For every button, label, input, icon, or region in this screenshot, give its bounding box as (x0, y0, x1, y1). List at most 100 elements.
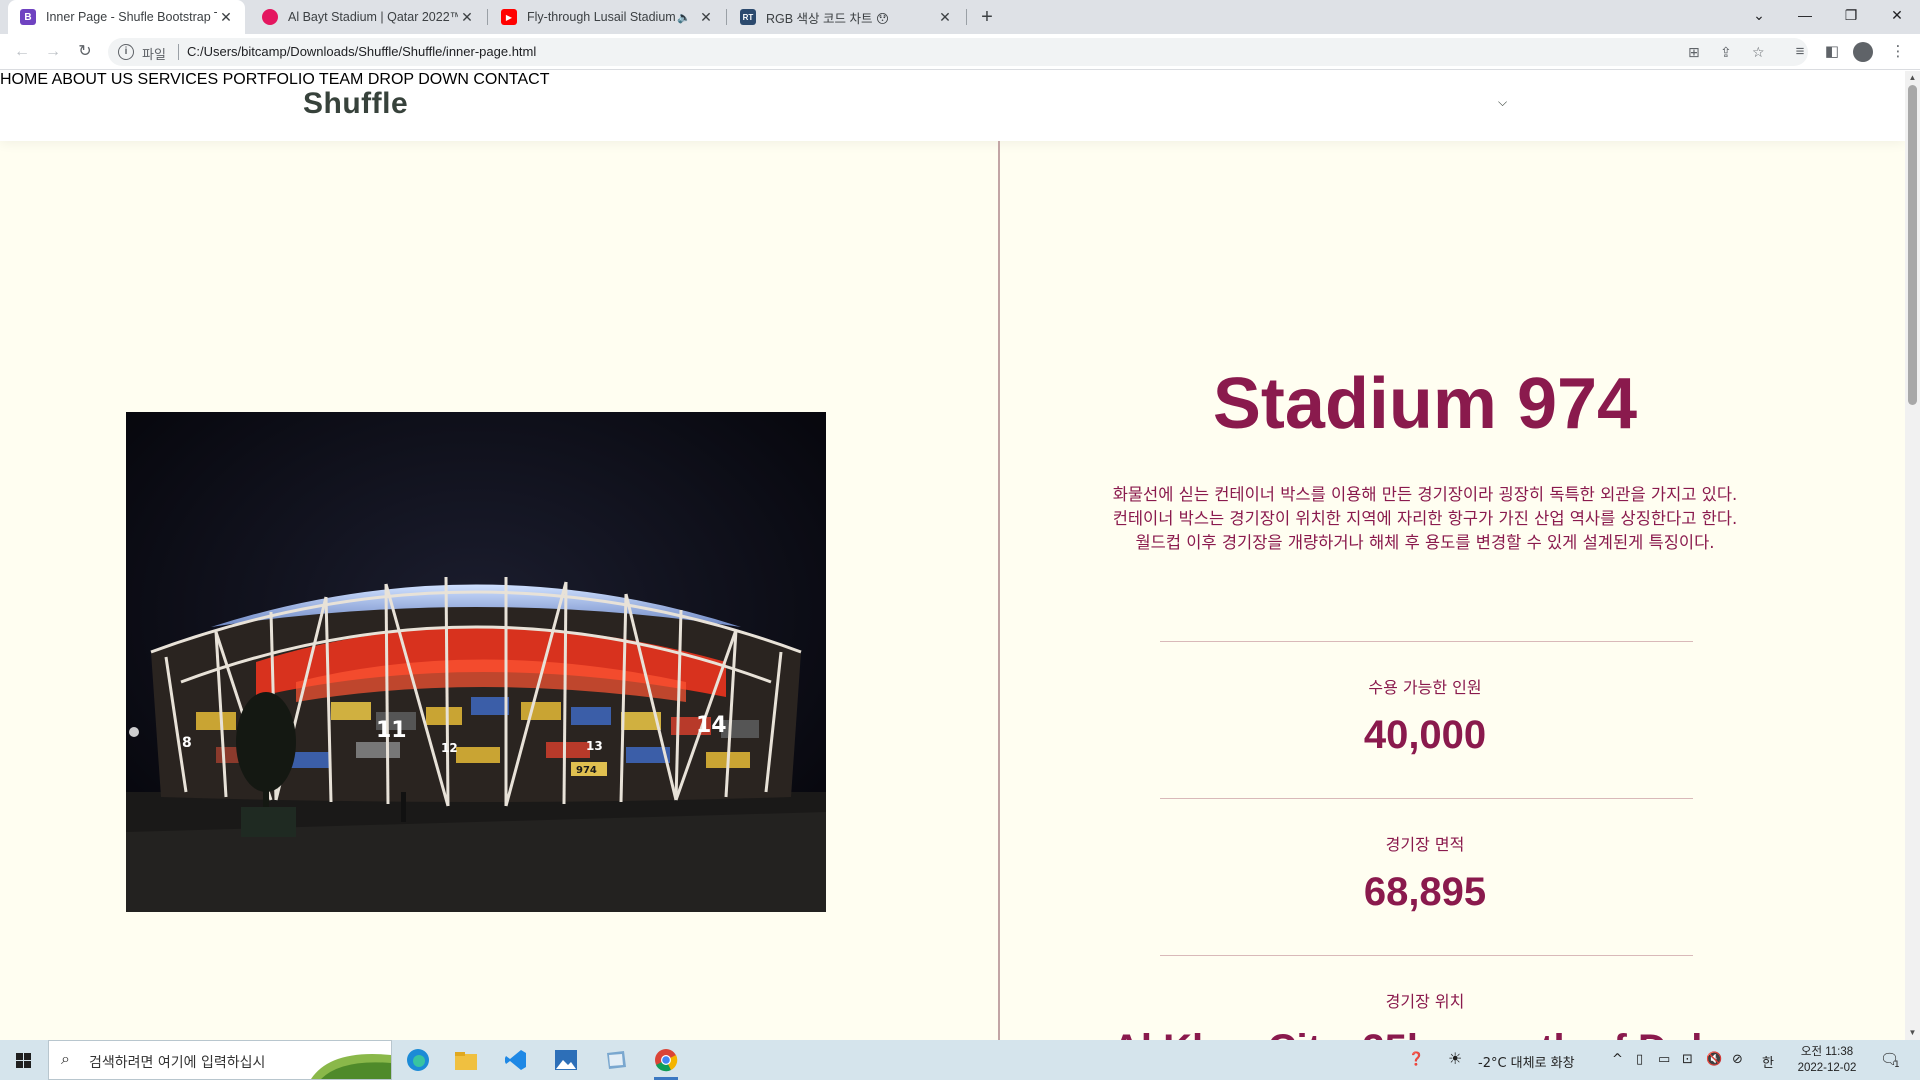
tab-close-icon[interactable]: ✕ (458, 9, 476, 26)
search-placeholder: 검색하려면 여기에 입력하십시 (89, 1055, 266, 1071)
nav-contact[interactable]: CONTACT (473, 71, 549, 88)
tab-close-icon[interactable]: ✕ (217, 9, 235, 26)
svg-text:974: 974 (576, 765, 597, 776)
close-window-button[interactable]: ✕ (1874, 0, 1920, 30)
help-icon[interactable]: ❓ (1408, 1052, 1424, 1067)
capacity-value: 40,000 (1363, 713, 1487, 757)
scroll-up-arrow-icon[interactable]: ▲ (1905, 71, 1920, 85)
photo-number: 11 (376, 718, 407, 743)
vscode-app-icon[interactable] (496, 1044, 536, 1076)
file-explorer-icon[interactable] (446, 1044, 486, 1076)
minimize-button[interactable]: — (1782, 0, 1828, 30)
chrome-app-icon[interactable] (646, 1044, 686, 1080)
chevron-down-icon: ⌵ (1498, 95, 1508, 109)
display-icon[interactable]: ⊡ (1682, 1052, 1693, 1067)
photo-number: 12 (441, 741, 458, 755)
area-label: 경기장 면적 (1385, 835, 1465, 854)
reload-icon[interactable]: ↻ (73, 40, 97, 64)
rgb-favicon-icon: RT (740, 9, 756, 25)
restore-button[interactable]: ❐ (1828, 0, 1874, 30)
network-icon[interactable]: ▭ (1658, 1052, 1670, 1067)
tab-rgb-color-chart[interactable]: RT RGB 색상 코드 차트 😯 ✕ (728, 0, 964, 34)
capacity-label: 수용 가능한 인원 (1368, 678, 1482, 697)
description-line: 월드컵 이후 경기장을 개량하거나 해체 후 용도를 변경할 수 있게 설계된게… (1135, 533, 1715, 552)
description-line: 컨테이너 박스는 경기장이 위치한 지역에 자리한 항구가 가진 산업 역사를 … (1112, 509, 1738, 528)
taskbar-clock[interactable]: 오전 11:38 2022-12-02 (1788, 1044, 1866, 1076)
nav-portfolio[interactable]: PORTFOLIO (223, 71, 315, 88)
stadium-title: Stadium 974 (1212, 364, 1638, 444)
weather-text[interactable]: -2°C 대체로 화창 (1478, 1052, 1575, 1071)
back-arrow-icon[interactable]: ← (10, 40, 34, 64)
notification-count-badge: 1 (1894, 1060, 1900, 1070)
tab-close-icon[interactable]: ✕ (697, 9, 715, 26)
bootstrap-favicon-icon: B (20, 9, 36, 25)
tab-inner-page[interactable]: B Inner Page - Shufle Bootstrap T ✕ (8, 0, 245, 34)
volume-muted-icon[interactable]: 🔇 (1706, 1052, 1722, 1067)
tab-search-button[interactable]: ⌄ (1736, 0, 1782, 30)
youtube-favicon-icon: ▶ (501, 9, 517, 25)
photo-number: 14 (696, 713, 727, 738)
bookmark-star-icon[interactable]: ☆ (1752, 44, 1765, 61)
nav-about-us[interactable]: ABOUT US (52, 71, 134, 88)
site-info-icon[interactable]: i (118, 44, 134, 60)
stadium-974-photo: 8 11 12 13 14 974 974 (126, 412, 826, 912)
reading-list-icon[interactable]: ≡ (1788, 40, 1812, 64)
clock-time: 오전 11:38 (1800, 1046, 1854, 1058)
scroll-down-arrow-icon[interactable]: ▼ (1905, 1026, 1920, 1040)
windows-taskbar: ⌕ 검색하려면 여기에 입력하십시 ❓ ☀ -2°C 대체로 화창 ^ ▯ ▭ … (0, 1040, 1920, 1080)
new-tab-button[interactable]: + (974, 4, 1000, 30)
side-panel-icon[interactable]: ◧ (1820, 40, 1844, 64)
notepad-app-icon[interactable] (596, 1044, 636, 1076)
taskbar-search-box[interactable]: ⌕ 검색하려면 여기에 입력하십시 (48, 1040, 392, 1080)
forward-arrow-icon[interactable]: → (41, 40, 65, 64)
tab-lusail-stadium[interactable]: ▶ Fly-through Lusail Stadium 🔈 ✕ (489, 0, 725, 34)
area-value: 68,895 (1363, 870, 1487, 914)
nav-drop-down[interactable]: DROP DOWN (368, 71, 469, 88)
audio-playing-icon[interactable]: 🔈 (677, 11, 691, 24)
tab-label: RGB 색상 코드 차트 😯 (766, 11, 890, 26)
tab-separator (487, 9, 488, 25)
image-column: 8 11 12 13 14 974 974 (0, 141, 998, 1040)
scrollbar-thumb[interactable] (1908, 85, 1917, 405)
photo-number: 13 (586, 739, 603, 753)
stat-divider (1160, 641, 1693, 642)
photos-app-icon[interactable] (546, 1044, 586, 1076)
browser-tabstrip: B Inner Page - Shufle Bootstrap T ✕ Al B… (0, 0, 1920, 34)
device-icon[interactable]: ▯ (1636, 1052, 1643, 1067)
tab-label: Fly-through Lusail Stadium (527, 10, 676, 24)
edge-app-icon[interactable] (398, 1044, 438, 1076)
nav-home[interactable]: HOME (0, 71, 48, 88)
browser-toolbar: ← → ↻ i 파일 C:/Users/bitcamp/Downloads/Sh… (0, 34, 1920, 70)
stat-divider (1160, 955, 1693, 956)
show-hidden-icons-chevron-icon[interactable]: ^ (1612, 1052, 1623, 1067)
tab-label: Al Bayt Stadium | Qatar 2022™ (288, 10, 458, 24)
nav-team[interactable]: TEAM (319, 71, 363, 88)
address-divider (178, 44, 179, 60)
share-icon[interactable]: ⇪ (1720, 44, 1732, 61)
more-menu-icon[interactable]: ⋮ (1886, 40, 1910, 64)
url-text[interactable]: C:/Users/bitcamp/Downloads/Shuffle/Shuff… (187, 44, 536, 59)
description-line: 화물선에 싣는 컨테이너 박스를 이용해 만든 경기장이라 굉장히 독특한 외관… (1112, 485, 1738, 504)
translate-icon[interactable]: ⊞ (1688, 44, 1700, 61)
tab-separator (726, 9, 727, 25)
info-column: Stadium 974 화물선에 싣는 컨테이너 박스를 이용해 만든 경기장이… (1000, 141, 1905, 1040)
site-header: Shuffle HOME ABOUT US SERVICES PORTFOLIO… (0, 71, 1905, 141)
file-scheme-label: 파일 (142, 47, 166, 62)
tab-label: Inner Page - Shufle Bootstrap T (46, 10, 217, 24)
page-viewport: Shuffle HOME ABOUT US SERVICES PORTFOLIO… (0, 71, 1905, 1040)
address-bar[interactable]: i 파일 C:/Users/bitcamp/Downloads/Shuffle/… (108, 38, 1808, 66)
tab-al-bayt-stadium[interactable]: Al Bayt Stadium | Qatar 2022™ ✕ (250, 0, 486, 34)
location-label: 경기장 위치 (1385, 992, 1465, 1011)
profile-avatar-icon[interactable] (1853, 42, 1873, 62)
site-logo[interactable]: Shuffle (303, 87, 408, 121)
ime-korean-indicator[interactable]: 한 (1762, 1052, 1774, 1071)
blocked-icon[interactable]: ⊘ (1732, 1052, 1743, 1067)
nav-services[interactable]: SERVICES (138, 71, 219, 88)
tab-close-icon[interactable]: ✕ (936, 9, 954, 26)
windows-start-button[interactable] (0, 1040, 48, 1080)
windows-logo-icon (16, 1053, 31, 1068)
location-value: Al Khor City, 35km north of Doha (1000, 1027, 1850, 1040)
fifa-favicon-icon (262, 9, 278, 25)
weather-sun-icon[interactable]: ☀ (1448, 1049, 1462, 1068)
page-scrollbar[interactable]: ▲ ▼ (1905, 71, 1920, 1040)
